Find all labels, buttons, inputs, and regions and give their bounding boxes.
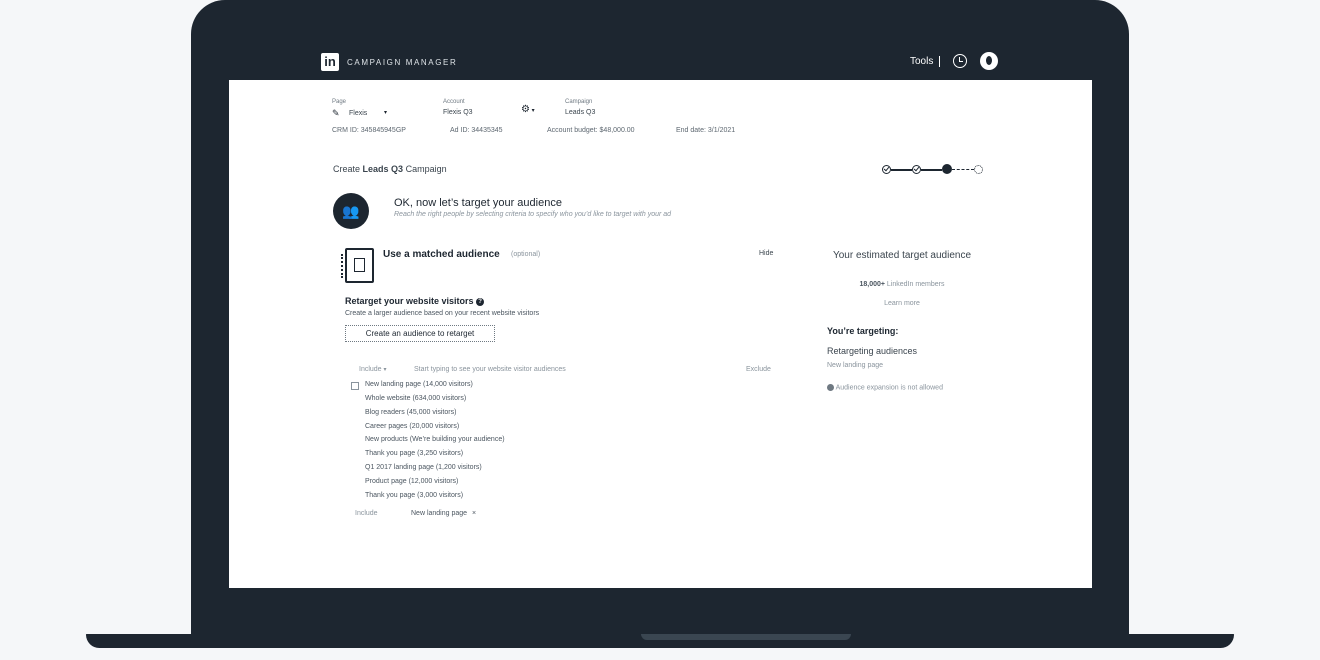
target-heading: OK, now let’s target your audience — [394, 197, 562, 209]
audience-item[interactable]: Thank you page (3,000 visitors) — [365, 492, 463, 499]
hide-link[interactable]: Hide — [759, 250, 773, 257]
audience-item[interactable]: Blog readers (45,000 visitors) — [365, 409, 456, 416]
step-line — [921, 169, 942, 171]
campaign-screen: Page ✎ Flexis ▾ Account Flexis Q3 ⚙ ▾ Ca… — [229, 80, 1092, 588]
audience-item[interactable]: New landing page (14,000 visitors) — [365, 381, 473, 388]
estimate-count-suffix: LinkedIn members — [886, 281, 945, 288]
linkedin-logo-icon[interactable]: in — [321, 53, 339, 71]
avatar-icon[interactable] — [980, 52, 998, 70]
targeting-value: New landing page — [827, 362, 884, 369]
people-icon — [827, 384, 834, 391]
campaign-title-suffix: Campaign — [405, 164, 447, 174]
estimate-title: Your estimated target audience — [832, 250, 972, 261]
campaign-label: Campaign — [565, 99, 593, 105]
selected-audience-chip[interactable]: New landing page × — [411, 510, 476, 517]
targeting-type: Retargeting audiences — [827, 346, 918, 356]
account-budget: Account budget: $48,000.00 — [547, 127, 635, 134]
retarget-title: Retarget your website visitors ? — [345, 296, 485, 306]
estimate-count: 18,000+ LinkedIn members — [827, 281, 977, 288]
nav-divider — [939, 56, 940, 67]
laptop-mockup: in CAMPAIGN MANAGER Tools Page ✎ Flexis … — [0, 0, 1320, 660]
page-selector[interactable]: ✎ Flexis ▾ — [332, 109, 392, 119]
audience-item[interactable]: New products (We’re building your audien… — [365, 436, 505, 443]
matched-audience-title: Use a matched audience — [383, 249, 500, 260]
campaign-title: Create Leads Q3 Campaign — [333, 164, 447, 174]
step-3[interactable] — [942, 164, 952, 174]
brand-title: CAMPAIGN MANAGER — [347, 58, 458, 67]
progress-stepper — [882, 164, 986, 176]
matched-audience-optional: (optional) — [511, 251, 541, 258]
step-2[interactable] — [912, 165, 921, 174]
matched-audience-icon — [341, 248, 374, 283]
pencil-icon: ✎ — [332, 108, 340, 118]
top-nav: in CAMPAIGN MANAGER Tools — [229, 44, 1092, 80]
remove-icon[interactable]: × — [472, 510, 476, 517]
create-audience-button[interactable]: Create an audience to retarget — [345, 325, 495, 342]
audience-expansion-note: Audience expansion is not allowed — [827, 384, 943, 391]
include-dropdown[interactable]: Include ▾ — [359, 366, 387, 373]
audience-expansion-text: Audience expansion is not allowed — [835, 384, 943, 392]
retarget-description: Create a larger audience based on your r… — [345, 310, 540, 317]
audience-item[interactable]: Product page (12,000 visitors) — [365, 478, 458, 485]
chevron-down-icon: ▾ — [384, 110, 388, 116]
help-icon[interactable]: ? — [476, 297, 485, 306]
step-line — [891, 169, 912, 171]
step-line — [952, 169, 974, 170]
include-dropdown-label: Include — [359, 366, 382, 373]
selected-include-label: Include — [355, 510, 378, 517]
target-subheading: Reach the right people by selecting crit… — [394, 211, 672, 218]
selected-audience-name: New landing page — [411, 510, 468, 517]
retarget-title-text: Retarget your website visitors — [345, 296, 474, 306]
page-label: Page — [332, 99, 347, 105]
audience-item[interactable]: Career pages (20,000 visitors) — [365, 423, 459, 430]
campaign-title-prefix: Create — [333, 164, 361, 174]
tools-menu[interactable]: Tools — [910, 56, 933, 67]
laptop-base — [86, 634, 1234, 648]
step-1[interactable] — [882, 165, 891, 174]
audience-icon: 👥 — [333, 193, 369, 229]
step-4[interactable] — [974, 165, 983, 174]
account-label: Account — [443, 99, 465, 105]
audience-item[interactable]: Whole website (634,000 visitors) — [365, 395, 466, 402]
gear-icon[interactable]: ⚙ ▾ — [521, 104, 535, 115]
account-value[interactable]: Flexis Q3 — [443, 109, 473, 116]
campaign-title-name: Leads Q3 — [362, 164, 404, 174]
end-date: End date: 3/1/2021 — [676, 127, 736, 134]
crm-id: CRM ID: 345845945GP — [332, 127, 406, 134]
audience-item[interactable]: Q1 2017 landing page (1,200 visitors) — [365, 464, 482, 471]
clock-icon[interactable] — [953, 54, 967, 68]
audience-search-input[interactable]: Start typing to see your website visitor… — [414, 366, 566, 373]
audience-item[interactable]: Thank you page (3,250 visitors) — [365, 450, 463, 457]
page-value: Flexis — [349, 110, 368, 117]
ad-id: Ad ID: 34435345 — [450, 127, 503, 134]
estimate-count-number: 18,000+ — [859, 281, 885, 288]
exclude-link[interactable]: Exclude — [746, 366, 771, 373]
campaign-value[interactable]: Leads Q3 — [565, 109, 595, 116]
audience-checkbox[interactable] — [351, 382, 359, 390]
targeting-heading: You’re targeting: — [827, 326, 899, 336]
learn-more-link[interactable]: Learn more — [827, 300, 977, 307]
